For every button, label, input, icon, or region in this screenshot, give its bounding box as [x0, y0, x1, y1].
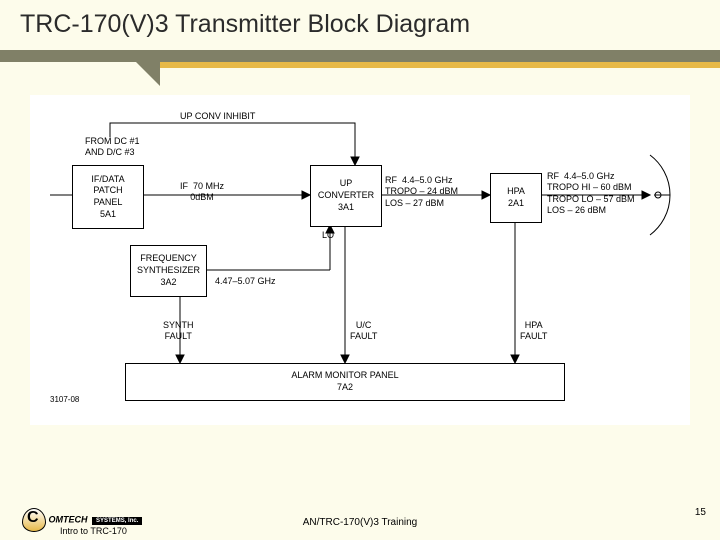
l: 2A1 [491, 198, 541, 210]
block-patch-panel: IF/DATA PATCH PANEL 5A1 [72, 165, 144, 229]
note-uc-fault: U/C FAULT [350, 320, 377, 343]
note-upconv-inhibit: UP CONV INHIBIT [180, 111, 255, 122]
l: CONVERTER [311, 190, 381, 202]
block-diagram-figure: IF/DATA PATCH PANEL 5A1 FREQUENCY SYNTHE… [30, 95, 690, 425]
note-synth-fault: SYNTH FAULT [163, 320, 194, 343]
note-lo-freq: 4.47–5.07 GHz [215, 276, 276, 287]
note-post-upconv: RF 4.4–5.0 GHz TROPO – 24 dBM LOS – 27 d… [385, 175, 458, 209]
page-title: TRC-170(V)3 Transmitter Block Diagram [12, 6, 478, 43]
figure-number: 3107-08 [50, 395, 79, 405]
header-triangle [136, 62, 160, 86]
l: 5A1 [73, 209, 143, 221]
l: 3A1 [311, 202, 381, 214]
block-hpa: HPA 2A1 [490, 173, 542, 223]
block-synth: FREQUENCY SYNTHESIZER 3A2 [130, 245, 207, 297]
note-post-hpa: RF 4.4–5.0 GHz TROPO HI – 60 dBM TROPO L… [547, 171, 635, 216]
l: IF/DATA [73, 174, 143, 186]
block-upconverter: UP CONVERTER 3A1 [310, 165, 382, 227]
note-hpa-fault: HPA FAULT [520, 320, 547, 343]
l: 7A2 [126, 382, 564, 394]
block-alarm-panel: ALARM MONITOR PANEL 7A2 [125, 363, 565, 401]
l: ALARM MONITOR PANEL [126, 370, 564, 382]
l: FREQUENCY [131, 253, 206, 265]
l: UP [311, 178, 381, 190]
l: HPA [491, 186, 541, 198]
slide-footer: C OMTECH SYSTEMS, Inc. Intro to TRC-170 … [0, 485, 720, 540]
l: PATCH [73, 185, 143, 197]
l: SYNTHESIZER [131, 265, 206, 277]
l: 3A2 [131, 277, 206, 289]
footer-center-text: AN/TRC-170(V)3 Training [0, 517, 720, 528]
note-if-70mhz: IF 70 MHz 0dBM [180, 181, 224, 204]
note-lo: LO [322, 230, 334, 241]
header-rule-dark [0, 50, 720, 62]
note-from-dc: FROM DC #1 AND D/C #3 [85, 136, 140, 159]
header-rule-gold [160, 62, 720, 68]
l: PANEL [73, 197, 143, 209]
page-number: 15 [695, 507, 706, 518]
